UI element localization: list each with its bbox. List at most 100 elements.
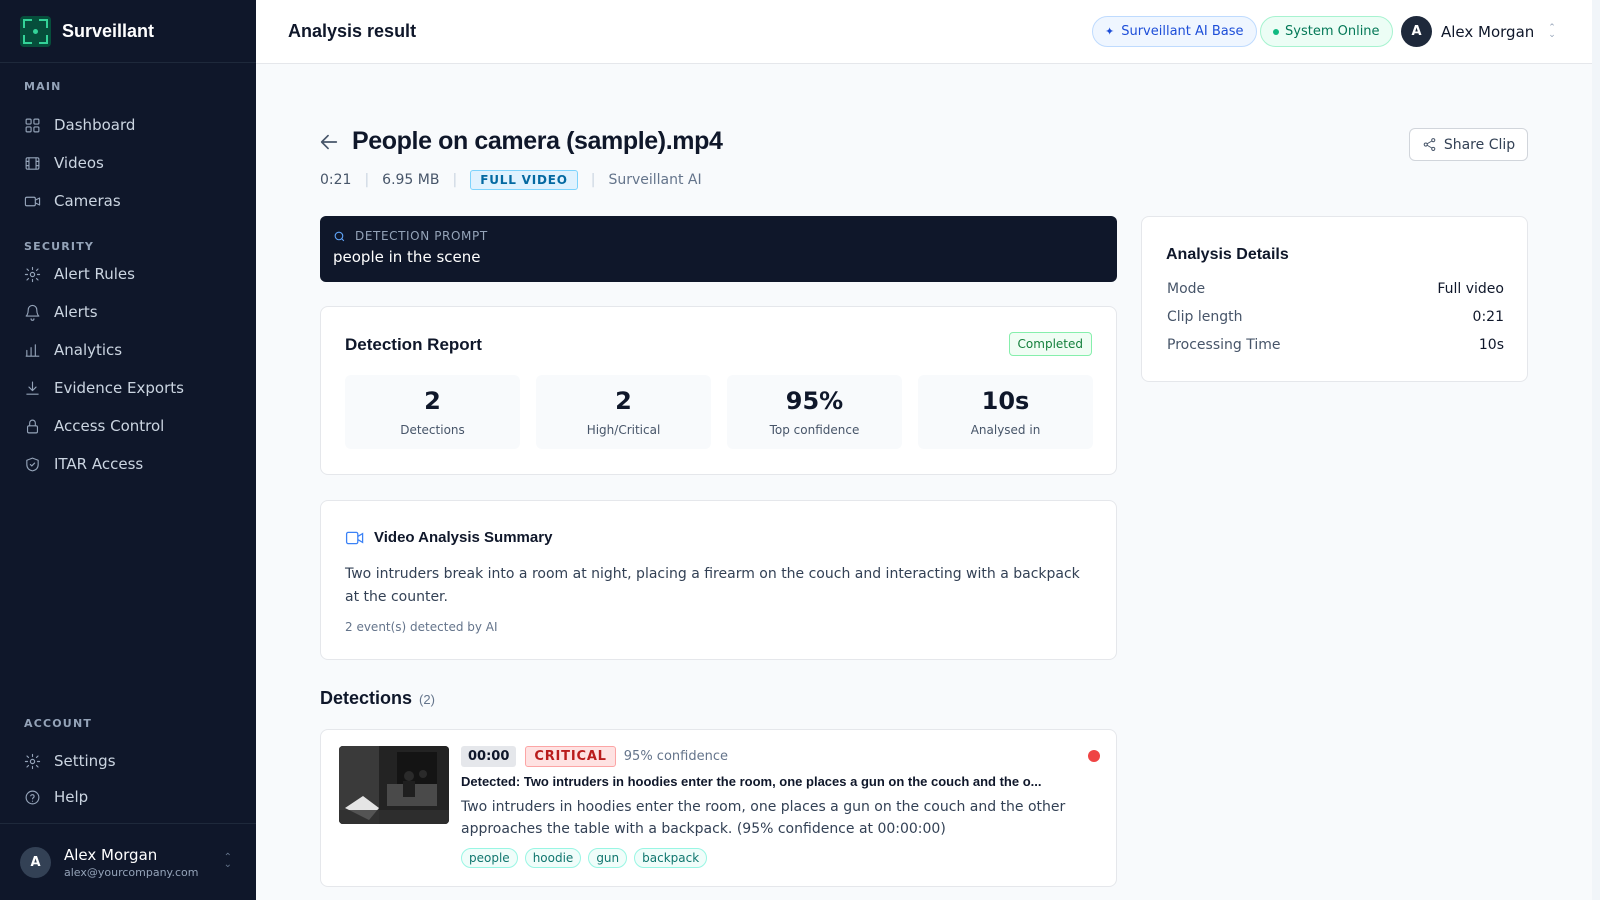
severity-badge: CRITICAL <box>525 746 616 767</box>
status-dot-icon <box>1273 28 1279 35</box>
account-menu[interactable]: A Alex Morgan alex@yourcompany.com ⌃ ⌄ <box>0 823 256 900</box>
stat-top-confidence: 95% Top confidence <box>727 375 902 449</box>
details-key: Clip length <box>1167 309 1243 325</box>
top-bar: Analysis result ✦ Surveillant AI Base Sy… <box>256 0 1600 64</box>
sidebar-item-label: Videos <box>54 154 104 172</box>
severity-indicator-icon <box>1088 750 1100 762</box>
stat-value: 2 <box>615 387 632 415</box>
brand[interactable]: Surveillant <box>0 0 256 63</box>
camera-icon <box>24 196 41 206</box>
sidebar-item-access-control[interactable]: Access Control <box>24 411 234 441</box>
user-menu[interactable]: A Alex Morgan ⌃ ⌄ <box>1401 16 1556 47</box>
detection-timestamp[interactable]: 00:00 <box>461 746 517 767</box>
summary-title: Video Analysis Summary <box>374 529 553 546</box>
sidebar-item-label: ITAR Access <box>54 455 144 473</box>
stat-value: 95% <box>785 387 844 415</box>
section-security: SECURITY <box>24 240 95 253</box>
details-key: Mode <box>1167 281 1206 297</box>
grid-icon <box>25 118 40 132</box>
summary-footer: 2 event(s) detected by AI <box>345 620 498 634</box>
sidebar-item-label: Access Control <box>54 417 165 435</box>
sidebar-item-label: Cameras <box>54 192 121 210</box>
sidebar-item-cameras[interactable]: Cameras <box>24 186 234 216</box>
gear-icon <box>24 266 41 282</box>
sidebar-item-label: Alert Rules <box>54 265 135 283</box>
detection-prompt: DETECTION PROMPT people in the scene <box>320 216 1117 282</box>
detection-title: Detected: Two intruders in hoodies enter… <box>461 774 1042 789</box>
system-status-badge: System Online <box>1260 16 1393 47</box>
stat-label: Top confidence <box>769 423 860 437</box>
share-icon <box>1423 138 1436 151</box>
sidebar-item-alert-rules[interactable]: Alert Rules <box>24 259 234 289</box>
details-row-clip-length: Clip length 0:21 <box>1167 309 1504 325</box>
sidebar-item-evidence-exports[interactable]: Evidence Exports <box>24 373 234 403</box>
video-summary-card: Video Analysis Summary Two intruders bre… <box>320 500 1117 660</box>
prompt-text: people in the scene <box>333 248 481 266</box>
details-value: 0:21 <box>1472 309 1504 325</box>
details-value: Full video <box>1437 281 1504 297</box>
download-icon <box>26 381 39 395</box>
details-value: 10s <box>1478 337 1504 353</box>
video-source: Surveillant AI <box>608 172 702 188</box>
detection-item[interactable]: 00:00 CRITICAL 95% confidence Detected: … <box>320 729 1117 887</box>
detection-confidence: 95% confidence <box>623 749 728 764</box>
stat-label: High/Critical <box>586 423 661 437</box>
page-title: Analysis result <box>288 21 417 41</box>
lock-icon <box>26 419 39 433</box>
sidebar-item-help[interactable]: Help <box>24 782 234 812</box>
film-icon <box>25 156 40 170</box>
ai-model-label: Surveillant AI Base <box>1121 24 1244 39</box>
account-name: Alex Morgan <box>64 845 158 864</box>
sidebar-item-videos[interactable]: Videos <box>24 148 234 178</box>
sidebar-item-label: Evidence Exports <box>54 379 184 397</box>
stat-label: Detections <box>400 423 465 437</box>
sidebar-item-label: Dashboard <box>54 116 136 134</box>
sidebar-item-analytics[interactable]: Analytics <box>24 335 234 365</box>
back-arrow-icon[interactable] <box>318 131 340 153</box>
divider: | <box>590 172 596 188</box>
prompt-label: DETECTION PROMPT <box>355 229 488 243</box>
sidebar: Surveillant MAIN Dashboard Videos Camera… <box>0 0 256 900</box>
details-row-mode: Mode Full video <box>1167 281 1504 297</box>
user-name: Alex Morgan <box>1441 22 1535 41</box>
detection-description: Two intruders in hoodies enter the room,… <box>461 799 1066 837</box>
bar-chart-icon <box>25 343 40 357</box>
details-title: Analysis Details <box>1166 246 1289 263</box>
sidebar-item-label: Settings <box>54 752 116 770</box>
avatar: A <box>20 846 51 878</box>
video-duration: 0:21 <box>320 172 352 188</box>
tag-hoodie[interactable]: hoodie <box>524 848 582 868</box>
stat-detections: 2 Detections <box>345 375 520 449</box>
detections-count: (2) <box>419 692 435 707</box>
sidebar-item-label: Alerts <box>54 303 98 321</box>
scrollbar[interactable] <box>1592 0 1600 900</box>
video-size: 6.95 MB <box>382 172 440 188</box>
report-title: Detection Report <box>345 335 482 354</box>
sidebar-item-dashboard[interactable]: Dashboard <box>24 110 234 140</box>
chevron-up-down-icon: ⌃ ⌄ <box>1548 22 1556 40</box>
share-clip-label: Share Clip <box>1443 136 1516 153</box>
system-status-label: System Online <box>1285 24 1380 39</box>
tag-people[interactable]: people <box>461 848 518 868</box>
tag-backpack[interactable]: backpack <box>634 848 708 868</box>
shield-check-icon <box>26 457 39 471</box>
app-name: Surveillant <box>62 20 155 41</box>
sidebar-item-settings[interactable]: Settings <box>24 746 234 776</box>
sidebar-item-label: Help <box>54 788 89 806</box>
section-account: ACCOUNT <box>24 717 93 730</box>
details-key: Processing Time <box>1167 337 1281 353</box>
tag-gun[interactable]: gun <box>588 848 628 868</box>
share-clip-button[interactable]: Share Clip <box>1409 128 1528 161</box>
summary-text: Two intruders break into a room at night… <box>345 566 1080 605</box>
avatar: A <box>1401 16 1432 47</box>
ai-model-badge[interactable]: ✦ Surveillant AI Base <box>1092 16 1257 47</box>
detection-thumbnail[interactable] <box>339 746 449 824</box>
sidebar-item-alerts[interactable]: Alerts <box>24 297 234 327</box>
logo-icon <box>20 15 51 47</box>
video-camera-icon <box>345 531 364 544</box>
section-main: MAIN <box>24 80 62 93</box>
gear-icon <box>24 753 41 769</box>
detections-title: Detections <box>320 688 413 708</box>
help-circle-icon <box>25 790 40 804</box>
sidebar-item-itar-access[interactable]: ITAR Access <box>24 449 234 479</box>
